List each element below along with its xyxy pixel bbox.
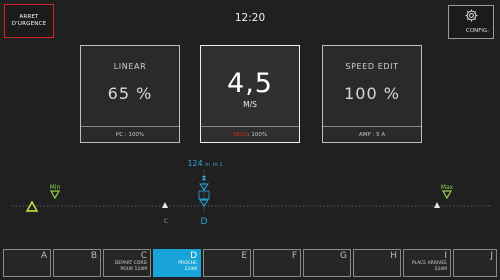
left-limit-triangle xyxy=(25,200,39,212)
function-key-toolbar: A B C DEPART CORD POUR 124M D PROCHE 124… xyxy=(3,249,497,277)
fkey-f[interactable]: F xyxy=(253,249,301,277)
config-label: CONFIG. xyxy=(465,28,489,34)
linear-footer: PC : 100% xyxy=(81,126,179,142)
clock: 12:20 xyxy=(234,12,266,24)
min-marker xyxy=(49,190,61,200)
position-extra: to 1 xyxy=(212,162,223,168)
fkey-b-label: B xyxy=(90,251,97,261)
gear-icon xyxy=(465,9,478,22)
fkey-e[interactable]: E xyxy=(203,249,251,277)
fkey-e-label: E xyxy=(241,251,247,261)
position-track: Min Max C ⧗ D xyxy=(12,170,492,227)
speed-unit: M/S xyxy=(243,100,257,109)
speed-value: 4,5 xyxy=(227,68,273,99)
speed-edit-value: 100 % xyxy=(344,84,400,103)
fkey-c-label: C xyxy=(140,251,147,261)
fkey-g[interactable]: G xyxy=(303,249,351,277)
speed-edit-footer: AMP : 5 A xyxy=(323,126,421,142)
speed-card[interactable]: 4,5 M/S SECU : 100% xyxy=(200,45,300,143)
fkey-b[interactable]: B xyxy=(53,249,101,277)
fkey-d-label: D xyxy=(190,251,197,261)
point-marker-right xyxy=(434,202,440,208)
position-unit: m xyxy=(205,162,211,168)
fkey-h-label: H xyxy=(390,251,397,261)
position-value: 124 xyxy=(187,159,203,168)
fkey-j[interactable]: J xyxy=(453,249,497,277)
hourglass-icon: ⧗ xyxy=(202,174,207,182)
fkey-f-label: F xyxy=(291,251,297,261)
fkey-i-label: I xyxy=(444,251,447,261)
linear-card[interactable]: LINEAR 65 % PC : 100% xyxy=(80,45,180,143)
speed-edit-card[interactable]: SPEED EDIT 100 % AMP : 5 A xyxy=(322,45,422,143)
fkey-d[interactable]: D PROCHE 124M xyxy=(153,249,201,277)
fkey-i-sub: PLACE ARRIVEE 224M xyxy=(411,261,447,272)
marker-d-label: D xyxy=(201,217,208,227)
max-label: Max xyxy=(441,184,454,191)
config-button[interactable]: CONFIG. xyxy=(448,5,494,39)
security-warning-label: SECU xyxy=(232,131,248,138)
fkey-d-sub: PROCHE 124M xyxy=(178,261,197,272)
fkey-g-label: G xyxy=(340,251,347,261)
speed-footer-value: : 100% xyxy=(247,131,268,138)
speed-edit-title: SPEED EDIT xyxy=(345,62,399,71)
linear-title: LINEAR xyxy=(113,62,147,71)
marker-c-label: C xyxy=(164,218,168,225)
point-marker-c xyxy=(162,202,168,208)
speed-footer: SECU : 100% xyxy=(201,126,299,142)
fkey-c[interactable]: C DEPART CORD POUR 124M xyxy=(103,249,151,277)
fkey-c-sub: DEPART CORD POUR 124M xyxy=(114,261,147,272)
min-label: Min xyxy=(50,184,61,191)
fkey-i[interactable]: I PLACE ARRIVEE 224M xyxy=(403,249,451,277)
fkey-h[interactable]: H xyxy=(353,249,401,277)
fkey-a[interactable]: A xyxy=(3,249,51,277)
max-marker xyxy=(441,190,453,200)
linear-value: 65 % xyxy=(107,84,153,103)
current-top-marker xyxy=(199,183,209,191)
fkey-j-label: J xyxy=(490,251,493,261)
position-readout: 124 m to 1 xyxy=(170,159,240,168)
fkey-a-label: A xyxy=(40,251,47,261)
